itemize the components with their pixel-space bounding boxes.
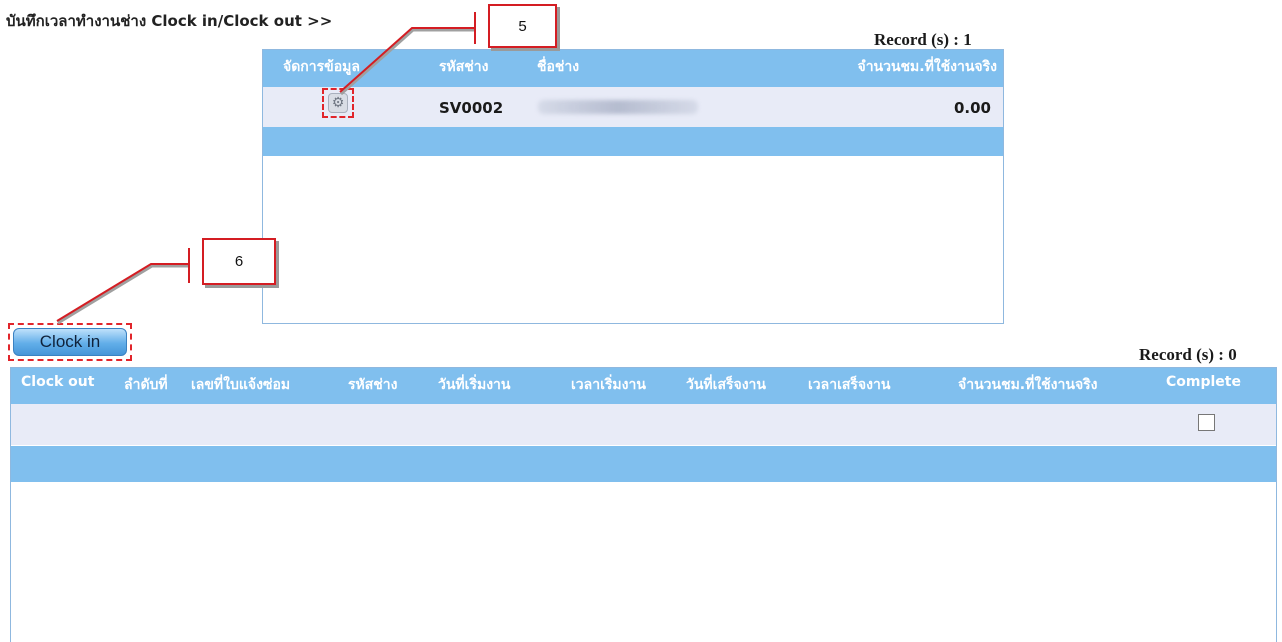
callout-5: 5	[488, 4, 557, 48]
callout-leader-lines	[56, 12, 476, 325]
callout-6: 6	[202, 238, 276, 285]
